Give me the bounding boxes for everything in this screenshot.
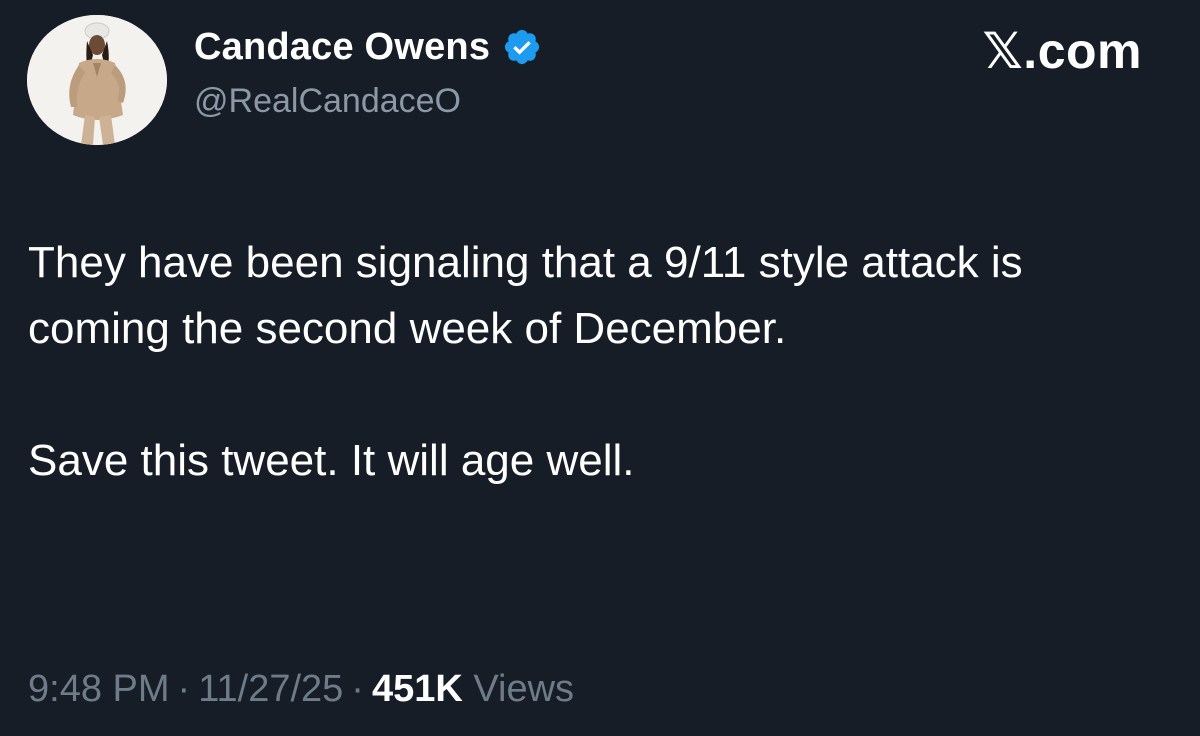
views-label: Views [473,668,575,710]
tweet-paragraph: Save this tweet. It will age well. [28,436,635,485]
author-handle[interactable]: @RealCandaceO [194,82,461,121]
views-count[interactable]: 451K [372,668,463,710]
tweet-body: They have been signaling that a 9/11 sty… [28,230,1158,494]
tweet-paragraph: They have been signaling that a 9/11 sty… [28,238,1023,353]
author-display-name[interactable]: Candace Owens [194,26,490,69]
author-name-row: Candace Owens [194,24,542,70]
verified-badge-icon[interactable] [502,27,542,67]
tweet-time[interactable]: 9:48 PM [28,668,170,710]
avatar-photo [27,15,167,145]
tweet-meta: 9:48 PM · 11/27/25 · 451K Views [28,668,574,711]
tweet-date[interactable]: 11/27/25 [198,668,343,710]
meta-separator: · [177,668,191,710]
brand-logo: 𝕏.com [982,23,1142,79]
tweet-card: Candace Owens @RealCandaceO 𝕏.com They h… [0,0,1200,736]
meta-separator: · [351,668,364,710]
avatar[interactable] [27,15,167,145]
